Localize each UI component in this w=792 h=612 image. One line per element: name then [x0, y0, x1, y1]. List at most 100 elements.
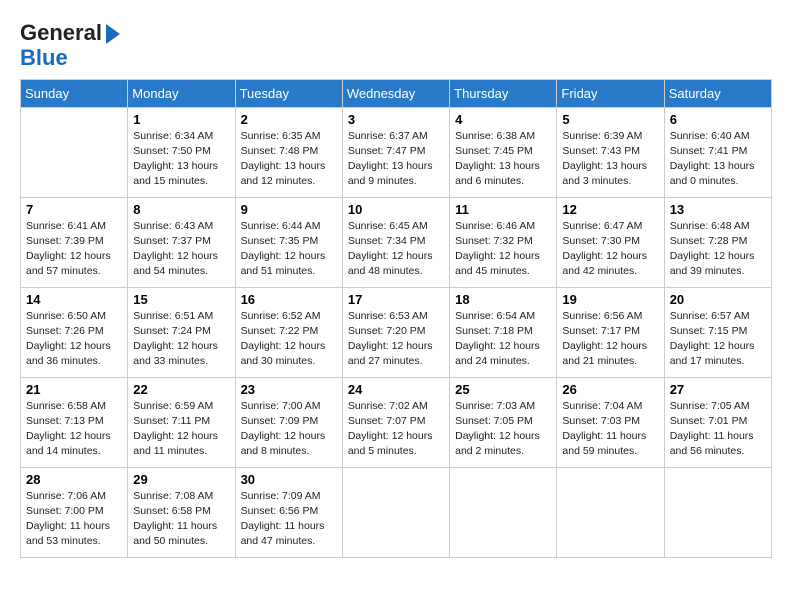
- day-number: 16: [241, 292, 337, 307]
- weekday-header-wednesday: Wednesday: [342, 79, 449, 107]
- day-info: Sunrise: 6:43 AM Sunset: 7:37 PM Dayligh…: [133, 219, 229, 280]
- day-info: Sunrise: 6:53 AM Sunset: 7:20 PM Dayligh…: [348, 309, 444, 370]
- day-number: 20: [670, 292, 766, 307]
- calendar-cell: 14 Sunrise: 6:50 AM Sunset: 7:26 PM Dayli…: [21, 287, 128, 377]
- calendar-cell: 19 Sunrise: 6:56 AM Sunset: 7:17 PM Dayli…: [557, 287, 664, 377]
- day-number: 6: [670, 112, 766, 127]
- day-info: Sunrise: 6:39 AM Sunset: 7:43 PM Dayligh…: [562, 129, 658, 190]
- day-number: 27: [670, 382, 766, 397]
- calendar-cell: [450, 467, 557, 557]
- day-number: 29: [133, 472, 229, 487]
- day-number: 5: [562, 112, 658, 127]
- weekday-header-thursday: Thursday: [450, 79, 557, 107]
- day-info: Sunrise: 6:54 AM Sunset: 7:18 PM Dayligh…: [455, 309, 551, 370]
- calendar-cell: 26Sunrise: 7:04 AM Sunset: 7:03 PM Dayli…: [557, 377, 664, 467]
- calendar-cell: 24 Sunrise: 7:02 AM Sunset: 7:07 PM Dayli…: [342, 377, 449, 467]
- day-info: Sunrise: 6:52 AM Sunset: 7:22 PM Dayligh…: [241, 309, 337, 370]
- day-number: 10: [348, 202, 444, 217]
- calendar-cell: 22 Sunrise: 6:59 AM Sunset: 7:11 PM Dayli…: [128, 377, 235, 467]
- calendar-cell: 20 Sunrise: 6:57 AM Sunset: 7:15 PM Dayli…: [664, 287, 771, 377]
- calendar-cell: 21Sunrise: 6:58 AM Sunset: 7:13 PM Dayli…: [21, 377, 128, 467]
- calendar-cell: 12 Sunrise: 6:47 AM Sunset: 7:30 PM Dayli…: [557, 197, 664, 287]
- day-number: 23: [241, 382, 337, 397]
- calendar-cell: 23 Sunrise: 7:00 AM Sunset: 7:09 PM Dayli…: [235, 377, 342, 467]
- calendar-cell: 1Sunrise: 6:34 AM Sunset: 7:50 PM Daylig…: [128, 107, 235, 197]
- day-info: Sunrise: 7:05 AM Sunset: 7:01 PM Dayligh…: [670, 399, 766, 460]
- calendar-week-1: 1Sunrise: 6:34 AM Sunset: 7:50 PM Daylig…: [21, 107, 772, 197]
- weekday-header-tuesday: Tuesday: [235, 79, 342, 107]
- day-number: 26: [562, 382, 658, 397]
- day-info: Sunrise: 7:03 AM Sunset: 7:05 PM Dayligh…: [455, 399, 551, 460]
- day-number: 3: [348, 112, 444, 127]
- day-number: 11: [455, 202, 551, 217]
- day-info: Sunrise: 6:47 AM Sunset: 7:30 PM Dayligh…: [562, 219, 658, 280]
- logo-text: General Blue: [20, 20, 120, 71]
- calendar-cell: 4Sunrise: 6:38 AM Sunset: 7:45 PM Daylig…: [450, 107, 557, 197]
- calendar-cell: 16 Sunrise: 6:52 AM Sunset: 7:22 PM Dayli…: [235, 287, 342, 377]
- day-info: Sunrise: 7:02 AM Sunset: 7:07 PM Dayligh…: [348, 399, 444, 460]
- day-number: 28: [26, 472, 122, 487]
- calendar-week-4: 21Sunrise: 6:58 AM Sunset: 7:13 PM Dayli…: [21, 377, 772, 467]
- day-number: 7: [26, 202, 122, 217]
- day-info: Sunrise: 6:40 AM Sunset: 7:41 PM Dayligh…: [670, 129, 766, 190]
- day-info: Sunrise: 6:57 AM Sunset: 7:15 PM Dayligh…: [670, 309, 766, 370]
- day-number: 8: [133, 202, 229, 217]
- weekday-header-sunday: Sunday: [21, 79, 128, 107]
- calendar-cell: 7 Sunrise: 6:41 AM Sunset: 7:39 PM Daylig…: [21, 197, 128, 287]
- day-info: Sunrise: 6:46 AM Sunset: 7:32 PM Dayligh…: [455, 219, 551, 280]
- calendar-cell: 2 Sunrise: 6:35 AM Sunset: 7:48 PM Daylig…: [235, 107, 342, 197]
- calendar-cell: [342, 467, 449, 557]
- day-number: 12: [562, 202, 658, 217]
- calendar-cell: 10 Sunrise: 6:45 AM Sunset: 7:34 PM Dayli…: [342, 197, 449, 287]
- day-number: 22: [133, 382, 229, 397]
- weekday-header-friday: Friday: [557, 79, 664, 107]
- day-number: 2: [241, 112, 337, 127]
- calendar-cell: 18 Sunrise: 6:54 AM Sunset: 7:18 PM Dayli…: [450, 287, 557, 377]
- day-number: 18: [455, 292, 551, 307]
- day-info: Sunrise: 6:59 AM Sunset: 7:11 PM Dayligh…: [133, 399, 229, 460]
- day-info: Sunrise: 6:50 AM Sunset: 7:26 PM Dayligh…: [26, 309, 122, 370]
- calendar-cell: 8 Sunrise: 6:43 AM Sunset: 7:37 PM Daylig…: [128, 197, 235, 287]
- weekday-header-row: SundayMondayTuesdayWednesdayThursdayFrid…: [21, 79, 772, 107]
- day-number: 14: [26, 292, 122, 307]
- calendar-week-3: 14 Sunrise: 6:50 AM Sunset: 7:26 PM Dayli…: [21, 287, 772, 377]
- calendar-cell: 5 Sunrise: 6:39 AM Sunset: 7:43 PM Daylig…: [557, 107, 664, 197]
- day-info: Sunrise: 6:38 AM Sunset: 7:45 PM Dayligh…: [455, 129, 551, 190]
- day-info: Sunrise: 6:56 AM Sunset: 7:17 PM Dayligh…: [562, 309, 658, 370]
- day-number: 13: [670, 202, 766, 217]
- weekday-header-monday: Monday: [128, 79, 235, 107]
- calendar-cell: 25 Sunrise: 7:03 AM Sunset: 7:05 PM Dayli…: [450, 377, 557, 467]
- day-info: Sunrise: 6:44 AM Sunset: 7:35 PM Dayligh…: [241, 219, 337, 280]
- calendar-cell: 28Sunrise: 7:06 AM Sunset: 7:00 PM Dayli…: [21, 467, 128, 557]
- day-info: Sunrise: 6:45 AM Sunset: 7:34 PM Dayligh…: [348, 219, 444, 280]
- calendar-cell: 17 Sunrise: 6:53 AM Sunset: 7:20 PM Dayli…: [342, 287, 449, 377]
- calendar-cell: 6 Sunrise: 6:40 AM Sunset: 7:41 PM Daylig…: [664, 107, 771, 197]
- calendar-week-2: 7 Sunrise: 6:41 AM Sunset: 7:39 PM Daylig…: [21, 197, 772, 287]
- day-info: Sunrise: 6:41 AM Sunset: 7:39 PM Dayligh…: [26, 219, 122, 280]
- day-number: 19: [562, 292, 658, 307]
- calendar-cell: 13 Sunrise: 6:48 AM Sunset: 7:28 PM Dayli…: [664, 197, 771, 287]
- day-info: Sunrise: 6:37 AM Sunset: 7:47 PM Dayligh…: [348, 129, 444, 190]
- weekday-header-saturday: Saturday: [664, 79, 771, 107]
- calendar-body: 1Sunrise: 6:34 AM Sunset: 7:50 PM Daylig…: [21, 107, 772, 557]
- page-header: General Blue: [20, 20, 772, 71]
- day-number: 15: [133, 292, 229, 307]
- day-number: 24: [348, 382, 444, 397]
- calendar-cell: 9Sunrise: 6:44 AM Sunset: 7:35 PM Daylig…: [235, 197, 342, 287]
- day-number: 1: [133, 112, 229, 127]
- day-number: 17: [348, 292, 444, 307]
- calendar-cell: 30Sunrise: 7:09 AM Sunset: 6:56 PM Dayli…: [235, 467, 342, 557]
- day-info: Sunrise: 7:08 AM Sunset: 6:58 PM Dayligh…: [133, 489, 229, 550]
- day-info: Sunrise: 6:51 AM Sunset: 7:24 PM Dayligh…: [133, 309, 229, 370]
- calendar-cell: 15 Sunrise: 6:51 AM Sunset: 7:24 PM Dayli…: [128, 287, 235, 377]
- day-info: Sunrise: 7:00 AM Sunset: 7:09 PM Dayligh…: [241, 399, 337, 460]
- calendar-week-5: 28Sunrise: 7:06 AM Sunset: 7:00 PM Dayli…: [21, 467, 772, 557]
- calendar-cell: 3 Sunrise: 6:37 AM Sunset: 7:47 PM Daylig…: [342, 107, 449, 197]
- calendar-cell: [664, 467, 771, 557]
- day-number: 25: [455, 382, 551, 397]
- calendar-table: SundayMondayTuesdayWednesdayThursdayFrid…: [20, 79, 772, 558]
- day-info: Sunrise: 7:09 AM Sunset: 6:56 PM Dayligh…: [241, 489, 337, 550]
- calendar-cell: 11 Sunrise: 6:46 AM Sunset: 7:32 PM Dayli…: [450, 197, 557, 287]
- day-info: Sunrise: 6:48 AM Sunset: 7:28 PM Dayligh…: [670, 219, 766, 280]
- day-info: Sunrise: 6:35 AM Sunset: 7:48 PM Dayligh…: [241, 129, 337, 190]
